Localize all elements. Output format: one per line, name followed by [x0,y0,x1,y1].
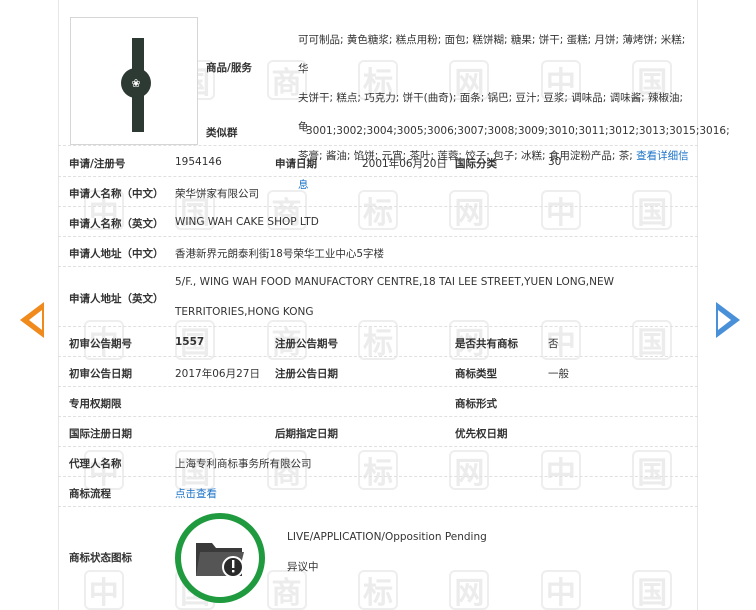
tm-form-label: 商标形式 [455,398,497,410]
prelim-no-label: 初审公告期号 [69,338,132,350]
apply-date-label: 申请日期 [275,158,317,170]
address-en-label: 申请人地址（英文） [69,293,164,305]
address-cn-value: 香港新界元朗泰利街18号荣华工业中心5字楼 [175,248,385,260]
prelim-date-value: 2017年06月27日 [175,368,260,380]
row-divider [58,356,698,357]
similar-group-label: 类似群 [206,127,238,139]
row-divider [58,236,698,237]
goods-list: 可可制品; 黄色糖浆; 糕点用粉; 面包; 糕饼糊; 糖果; 饼干; 蛋糕; 月… [298,26,690,200]
goods-label: 商品/服务 [206,62,252,74]
status-label: 商标状态图标 [69,552,132,564]
address-en-line2: TERRITORIES,HONG KONG [175,306,314,318]
applicant-cn-label: 申请人名称（中文） [69,188,164,200]
exclusive-period-label: 专用权期限 [69,398,122,410]
intl-reg-date-label: 国际注册日期 [69,428,132,440]
row-divider [58,506,698,507]
process-label: 商标流程 [69,488,111,500]
reg-no-label: 申请/注册号 [69,158,126,170]
reg-notice-date-label: 注册公告日期 [275,368,338,380]
shared-value: 否 [548,338,559,350]
prelim-date-label: 初审公告日期 [69,368,132,380]
reg-notice-no-label: 注册公告期号 [275,338,338,350]
tm-type-label: 商标类型 [455,368,497,380]
next-arrow-icon[interactable] [716,302,740,338]
similar-group-value: 3001;3002;3004;3005;3006;3007;3008;3009;… [306,125,730,137]
goods-line: 可可制品; 黄色糖浆; 糕点用粉; 面包; 糕饼糊; 糖果; 饼干; 蛋糕; 月… [298,34,686,75]
row-divider [58,176,698,177]
status-en: LIVE/APPLICATION/Opposition Pending [287,531,487,543]
row-divider [58,326,698,327]
trademark-image[interactable]: ❀ [70,17,198,145]
row-divider [58,476,698,477]
row-divider [58,386,698,387]
prev-arrow-icon[interactable] [20,302,44,338]
later-date-label: 后期指定日期 [275,428,338,440]
row-divider [58,266,698,267]
row-divider [58,416,698,417]
process-view-link[interactable]: 点击查看 [175,486,217,501]
intl-class-label: 国际分类 [455,158,497,170]
goods-line: 苓膏; 酱油; 馅饼; 元宵; 茶叶; 莲蓉; 饺子; 包子; 冰糕; 食用淀粉… [298,142,690,200]
address-en-line1: 5/F., WING WAH FOOD MANUFACTORY CENTRE,1… [175,276,614,288]
applicant-en-label: 申请人名称（英文） [69,218,164,230]
row-divider [58,145,698,146]
shared-label: 是否共有商标 [455,338,518,350]
applicant-cn-value: 荣华饼家有限公司 [175,188,259,200]
row-divider [58,206,698,207]
agent-value: 上海专利商标事务所有限公司 [175,458,312,470]
folder-alert-icon [196,543,244,578]
apply-date-value: 2001年06月20日 [362,158,447,170]
prelim-no-value: 1557 [175,336,205,348]
address-cn-label: 申请人地址（中文） [69,248,164,260]
logo-emblem: ❀ [121,68,151,98]
row-divider [58,446,698,447]
agent-label: 代理人名称 [69,458,122,470]
tm-type-value: 一般 [548,368,569,380]
status-cn: 异议中 [287,561,319,573]
reg-no-value: 1954146 [175,156,222,168]
status-icon [175,513,265,603]
intl-class-value: 30 [548,156,562,168]
priority-date-label: 优先权日期 [455,428,508,440]
applicant-en-value: WING WAH CAKE SHOP LTD [175,216,319,228]
